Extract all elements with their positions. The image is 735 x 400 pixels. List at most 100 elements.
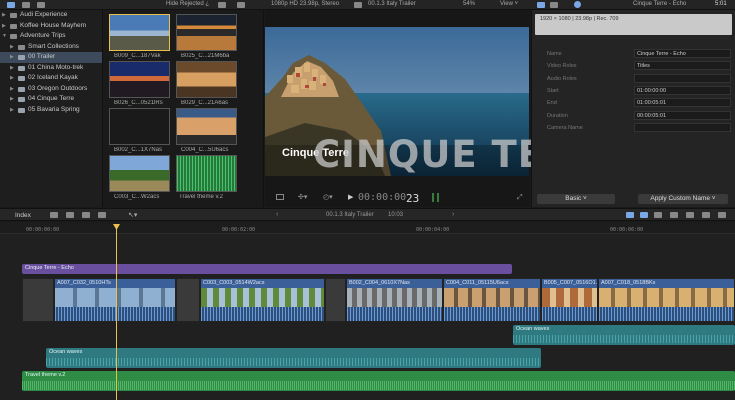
view-popup[interactable]: View ˅ xyxy=(500,1,518,7)
timecode-display: 00:00:00 xyxy=(358,192,407,203)
browser-clip-thumbnail[interactable] xyxy=(176,155,237,192)
property-value-field[interactable]: 01:00:05:01 xyxy=(634,98,731,108)
browser-clip-label: C004_C...5U6acs xyxy=(181,147,229,153)
disclosure-closed-icon[interactable]: ▶ xyxy=(10,52,14,63)
inspector-property-row: Audio Roles xyxy=(532,73,735,85)
effects-browser-icon[interactable] xyxy=(702,212,710,218)
apply-custom-name-popup[interactable]: Apply Custom Name ˅ xyxy=(638,194,728,204)
library-item[interactable]: ▶ 02 Iceland Kayak xyxy=(0,73,102,84)
audio-clip[interactable]: Ocean waves xyxy=(513,325,735,345)
library-item[interactable]: ▶ 01 China Moto-trek xyxy=(0,63,102,74)
property-value-field[interactable] xyxy=(634,73,731,83)
filmstrip xyxy=(444,288,540,308)
music-clip[interactable]: Travel theme v.2 xyxy=(22,371,735,391)
property-value-field[interactable]: 00:00:05:01 xyxy=(634,110,731,120)
library-item[interactable]: ▶ 04 Cinque Terre xyxy=(0,94,102,105)
storyline-gap[interactable] xyxy=(325,278,346,322)
overwrite-clip-icon[interactable] xyxy=(98,212,106,218)
index-button[interactable]: Index xyxy=(15,212,31,219)
property-label: Name xyxy=(547,51,562,57)
disclosure-closed-icon[interactable]: ▶ xyxy=(2,21,6,32)
storyline-gap[interactable] xyxy=(22,278,54,322)
timeline-ruler[interactable]: 00:00:00:00 00:00:02:00 00:00:04:00 00:0… xyxy=(0,222,735,234)
top-toolbar: Hide Rejected ¿ 1080p HD 23.98p, Stereo … xyxy=(0,0,735,10)
fullscreen-icon[interactable]: ⤢ xyxy=(517,194,523,202)
photos-icon[interactable] xyxy=(22,2,30,8)
insert-clip-icon[interactable] xyxy=(66,212,74,218)
library-item[interactable]: ▶ Audi Experience xyxy=(0,10,102,21)
libraries-icon[interactable] xyxy=(7,2,15,8)
video-clip[interactable]: B002_C004_0610X7Nas xyxy=(346,278,443,322)
library-item[interactable]: ▶ 03 Oregon Outdoors xyxy=(0,84,102,95)
browser-clip-thumbnail[interactable] xyxy=(109,108,170,145)
browser-clip-thumbnail[interactable] xyxy=(176,61,237,98)
library-item[interactable]: ▶ 00 Trailer xyxy=(0,52,102,63)
basic-metadata-popup[interactable]: Basic ˅ xyxy=(537,194,615,204)
disclosure-closed-icon[interactable]: ▶ xyxy=(10,84,14,95)
library-item[interactable]: ▶ Smart Collections xyxy=(0,42,102,53)
disclosure-closed-icon[interactable]: ▶ xyxy=(10,105,14,116)
video-clip[interactable]: C003_C003_0514W2acs xyxy=(200,278,325,322)
playhead[interactable] xyxy=(116,224,117,400)
connect-clip-icon[interactable] xyxy=(50,212,58,218)
zoom-popup[interactable]: 54% xyxy=(463,1,475,7)
keyword-icon xyxy=(18,76,25,81)
snapping-icon[interactable] xyxy=(670,212,678,218)
property-value-field[interactable]: Cinque Terre - Echo xyxy=(634,49,731,58)
speed-icon[interactable]: ◴▾ xyxy=(323,193,333,201)
forward-arrow-icon[interactable]: › xyxy=(452,211,454,218)
timeline-toolbar: Index ↖▾ ‹ 00.1.3 Italy Trailer 10:03 › xyxy=(0,208,735,221)
audio-clip[interactable]: Ocean waves xyxy=(46,348,541,368)
skimming-icon[interactable] xyxy=(626,212,634,218)
filmstrip-icon[interactable] xyxy=(218,2,226,8)
inspector-property-row: Video Roles Titles xyxy=(532,61,735,72)
browser-clip-thumbnail[interactable] xyxy=(176,108,237,145)
inspector-duration: 5:01 xyxy=(715,1,727,7)
disclosure-open-icon[interactable]: ▼ xyxy=(2,31,7,42)
audio-inspector-icon[interactable] xyxy=(550,2,558,8)
library-item[interactable]: ▼ Adventure Trips xyxy=(0,31,102,42)
video-clip[interactable]: A007_C018_0518BKs xyxy=(598,278,735,322)
titles-icon[interactable] xyxy=(37,2,45,8)
browser-clip-thumbnail[interactable] xyxy=(109,61,170,98)
library-item[interactable]: ▶ 05 Bavaria Spring xyxy=(0,105,102,116)
timeline-duration: 10:03 xyxy=(388,212,404,218)
video-clip[interactable]: A007_C032_0510HTs xyxy=(54,278,176,322)
transitions-browser-icon[interactable] xyxy=(718,212,726,218)
audio-skimming-icon[interactable] xyxy=(640,212,648,218)
inspector-icon[interactable] xyxy=(537,2,545,8)
headphones-icon[interactable] xyxy=(654,212,662,218)
library-item[interactable]: ▶ Koffee House Mayhem xyxy=(0,21,102,32)
info-icon[interactable] xyxy=(574,1,581,8)
disclosure-closed-icon[interactable]: ▶ xyxy=(10,73,14,84)
property-label: Video Roles xyxy=(547,63,577,70)
browser-clip-thumbnail[interactable] xyxy=(176,14,237,51)
title-clip[interactable]: Cinque Terre - Echo xyxy=(22,264,512,274)
video-clip[interactable]: B005_C007_0516O1... xyxy=(541,278,598,322)
ruler-label: 00:00:02:00 xyxy=(222,227,256,233)
play-icon[interactable]: ▶ xyxy=(348,193,353,201)
property-value-field[interactable]: Titles xyxy=(634,61,731,71)
transform-icon[interactable]: ✣▾ xyxy=(298,193,307,201)
inspector-property-row: End 01:00:05:01 xyxy=(532,98,735,109)
append-clip-icon[interactable] xyxy=(82,212,90,218)
storyline-gap[interactable] xyxy=(176,278,200,322)
filmstrip xyxy=(542,288,597,308)
property-value-field[interactable]: 01:00:00:00 xyxy=(634,85,731,95)
disclosure-closed-icon[interactable]: ▶ xyxy=(10,42,14,53)
waveform xyxy=(513,335,735,343)
disclosure-closed-icon[interactable]: ▶ xyxy=(10,94,14,105)
disclosure-closed-icon[interactable]: ▶ xyxy=(10,63,14,74)
clip-appearance-icon[interactable] xyxy=(686,212,694,218)
browser-clip-thumbnail[interactable] xyxy=(109,155,170,192)
search-icon[interactable] xyxy=(237,2,245,8)
browser-clip-thumbnail[interactable] xyxy=(109,14,170,51)
video-clip[interactable]: C004_C011_05115U6acs xyxy=(443,278,541,322)
viewer-display-icon[interactable] xyxy=(276,194,284,200)
keyword-icon xyxy=(18,65,25,71)
property-value-field[interactable] xyxy=(634,122,731,132)
filter-popup[interactable]: Hide Rejected ¿ xyxy=(166,1,209,7)
back-arrow-icon[interactable]: ‹ xyxy=(276,211,278,218)
disclosure-closed-icon[interactable]: ▶ xyxy=(2,10,6,21)
select-tool-icon[interactable]: ↖▾ xyxy=(128,211,137,219)
